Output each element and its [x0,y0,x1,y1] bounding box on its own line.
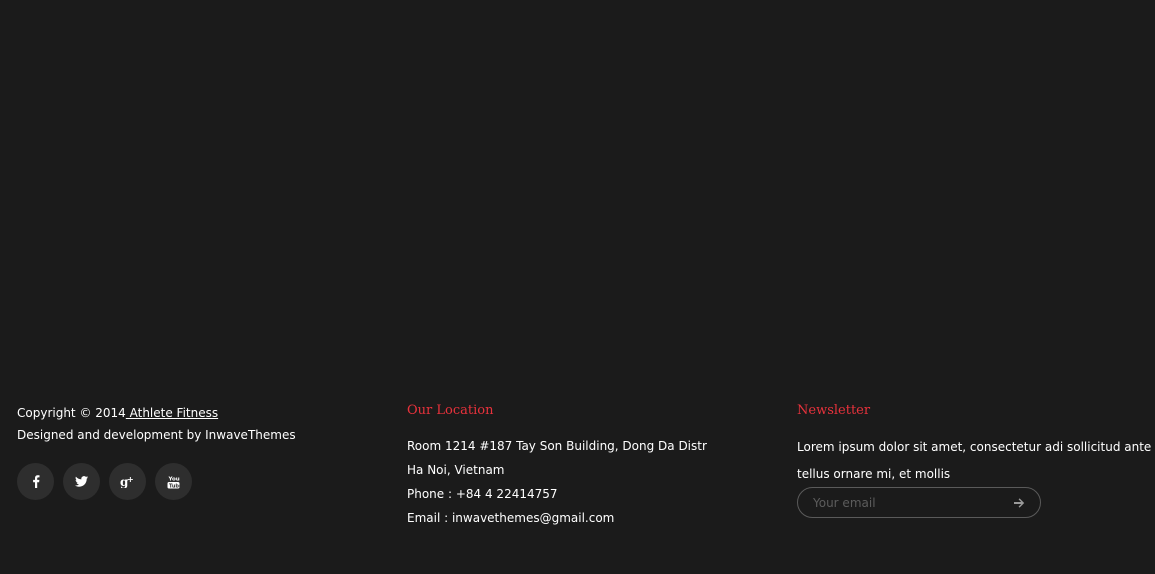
google-plus-button[interactable]: g + [109,463,146,500]
newsletter-text-line-2: tellus ornare mi, et mollis [797,467,951,481]
address-line-2: Ha Noi, Vietnam [407,463,505,477]
phone-text: Phone : +84 4 22414757 [407,487,558,501]
svg-text:+: + [127,475,134,484]
subscribe-button[interactable] [1012,496,1026,510]
twitter-icon [75,476,88,487]
youtube-button[interactable]: You Tube [155,463,192,500]
svg-text:Tube: Tube [169,483,180,489]
twitter-button[interactable] [63,463,100,500]
footer: Copyright © 2014 Athlete Fitness Designe… [0,0,1155,574]
newsletter-description: Lorem ipsum dolor sit amet, consectetur … [797,434,1155,488]
svg-text:You: You [168,476,180,482]
facebook-icon [32,475,39,488]
credit-text: Designed and development by InwaveThemes [17,428,296,442]
copyright: Copyright © 2014 Athlete Fitness [17,405,218,421]
copyright-text: Copyright © 2014 [17,406,126,420]
social-links: g + You Tube [17,463,192,500]
newsletter-title: Newsletter [797,403,871,418]
address-line-1: Room 1214 #187 Tay Son Building, Dong Da… [407,439,707,453]
email-text: Email : inwavethemes@gmail.com [407,511,615,525]
newsletter-text-line-1: Lorem ipsum dolor sit amet, consectetur … [797,440,1152,454]
google-plus-icon: g + [120,475,134,488]
arrow-right-icon [1013,498,1024,508]
youtube-icon: You Tube [167,476,180,489]
site-link[interactable]: Athlete Fitness [126,406,219,420]
location-title: Our Location [407,403,494,418]
facebook-button[interactable] [17,463,54,500]
email-input[interactable] [813,488,993,517]
newsletter-form [797,487,1041,518]
